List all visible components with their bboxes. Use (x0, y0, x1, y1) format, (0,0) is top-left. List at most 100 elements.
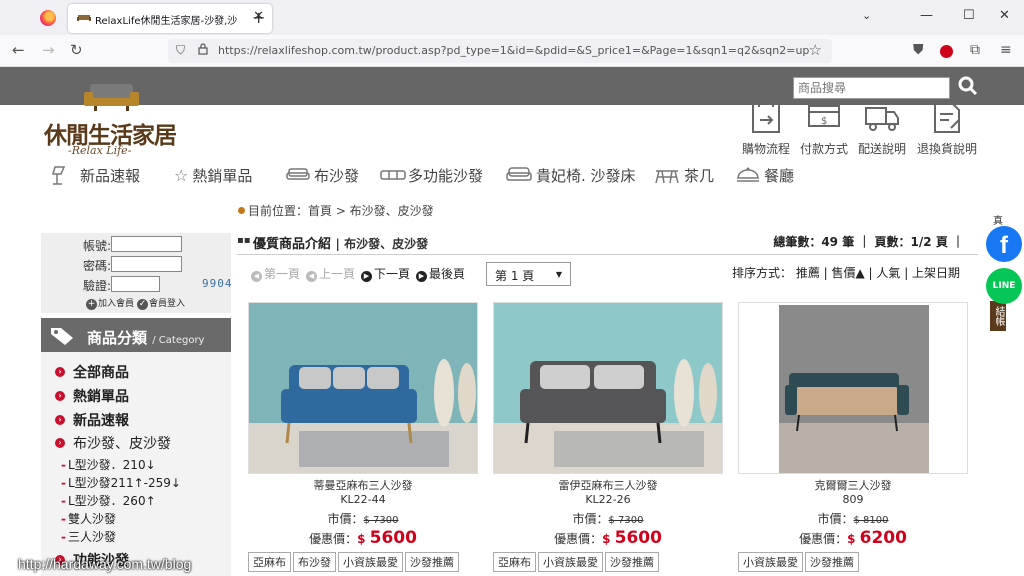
product-tag[interactable]: 沙發推薦 (405, 552, 459, 572)
product-image[interactable] (248, 302, 478, 474)
dash-icon: - (61, 476, 66, 490)
page-select[interactable]: 第 1 頁 ▼ (486, 262, 571, 286)
account-input[interactable] (111, 236, 182, 252)
category-label: 新品速報 (73, 413, 129, 429)
service-label: 退換貨說明 (917, 142, 978, 156)
chevron-right-icon: › (55, 367, 65, 377)
nav-function-sofa[interactable]: 多功能沙發 (380, 160, 483, 190)
category-item-all[interactable]: › 全部商品 (55, 362, 129, 382)
service-return[interactable]: 退換貨說明 (917, 100, 977, 157)
service-shopping-flow[interactable]: 購物流程 (742, 100, 790, 157)
sort-bar[interactable]: 排序方式： 推薦 | 售價▲ | 人氣 | 上架日期 (732, 264, 960, 281)
product-code: KL22-44 (340, 493, 386, 506)
pager-first[interactable]: ◀ 第一頁 (251, 265, 300, 282)
close-window-button[interactable]: ✕ (999, 8, 1010, 23)
service-delivery[interactable]: 配送說明 (858, 100, 906, 157)
product-tag[interactable]: 小資族最愛 (738, 552, 803, 572)
nav-label: 茶几 (684, 166, 715, 185)
product-tag[interactable]: 亞麻布 (248, 552, 291, 572)
product-tag[interactable]: 沙發推薦 (805, 552, 859, 572)
password-label: 密碼: (83, 259, 112, 273)
reload-icon[interactable]: ↻ (70, 41, 83, 59)
menu-icon[interactable]: ≡ (1000, 42, 1012, 58)
product-tag[interactable]: 小資族最愛 (338, 552, 403, 572)
nav-new-arrivals[interactable]: 新品速報 (50, 160, 140, 190)
nav-fabric-sofa[interactable]: 布沙發 (286, 160, 359, 190)
search-input[interactable] (793, 77, 950, 99)
join-member-link[interactable]: + 加入會員 (86, 296, 134, 310)
nav-dining[interactable]: 餐廳 (736, 160, 794, 190)
product-card[interactable]: 雷伊亞麻布三人沙發 KL22-26 市價：$ 7300 優惠價：$ 5600 亞… (493, 302, 723, 576)
maximize-button[interactable]: ☐ (963, 8, 975, 23)
search-icon[interactable] (958, 76, 978, 96)
table-icon (655, 170, 679, 184)
captcha-input[interactable] (111, 276, 160, 292)
product-image[interactable] (738, 302, 968, 474)
extensions-puzzle-icon[interactable]: ⧉ (970, 42, 980, 58)
nav-label: 多功能沙發 (408, 166, 484, 185)
breadcrumb-text[interactable]: 目前位置：首頁 > 布沙發、皮沙發 (248, 204, 434, 218)
nav-chaise-sofabed[interactable]: 貴妃椅. 沙發床 (506, 160, 636, 190)
subcategory-item[interactable]: - L型沙發．210↓ (61, 456, 156, 473)
product-sale-price: 優惠價：$ 5600 (493, 528, 723, 548)
product-image[interactable] (493, 302, 723, 474)
shopping-flow-icon (752, 101, 780, 133)
product-tags: 亞麻布 小資族最愛 沙發推薦 (493, 552, 661, 572)
tab-list-icon[interactable]: ⌄ (862, 9, 871, 22)
check-icon: ✓ (137, 299, 148, 310)
pager-last[interactable]: ▶ 最後頁 (416, 265, 465, 282)
product-tag[interactable]: 布沙發 (293, 552, 336, 572)
product-tag[interactable]: 小資族最愛 (538, 552, 603, 572)
product-tag[interactable]: 亞麻布 (493, 552, 536, 572)
pager-last-label: 最後頁 (429, 267, 466, 281)
checkout-side-tab[interactable]: 結帳 (990, 301, 1006, 331)
service-payment[interactable]: $ 付款方式 (800, 100, 848, 157)
extension-icon[interactable] (940, 45, 953, 58)
product-name[interactable]: 雷伊亞麻布三人沙發 (493, 477, 723, 493)
product-tag[interactable]: 沙發推薦 (605, 552, 659, 572)
sale-currency: $ (847, 532, 860, 546)
product-card[interactable]: 蒂曼亞麻布三人沙發 KL22-44 市價：$ 7300 優惠價：$ 5600 亞… (248, 302, 478, 576)
new-tab-button[interactable]: + (252, 8, 265, 27)
site-logo[interactable]: 休閒生活家居 -Relax Life- (44, 82, 177, 158)
category-item-new[interactable]: › 新品速報 (55, 410, 129, 430)
subcategory-item[interactable]: - L型沙發211↑-259↓ (61, 474, 181, 491)
firefox-icon[interactable] (40, 10, 56, 26)
tab-title: RelaxLife休閒生活家居-沙發,沙 (95, 16, 238, 27)
bookmark-star-icon[interactable]: ☆ (809, 41, 822, 59)
product-card[interactable]: 克爾爾三人沙發 809 市價：$ 8100 優惠價：$ 6200 小資族最愛 沙發… (738, 302, 968, 576)
subcategory-item[interactable]: - L型沙發．260↑ (61, 492, 156, 509)
subcategory-item[interactable]: - 雙人沙發 (61, 510, 116, 527)
password-input[interactable] (111, 256, 182, 272)
url-bar[interactable]: ⛉ https://relaxlifeshop.com.tw/product.a… (168, 39, 832, 63)
sofa-bed-icon (380, 170, 406, 180)
chevron-down-icon: ▼ (555, 270, 562, 279)
delivery-icon (865, 107, 899, 131)
category-item-sofa[interactable]: › 布沙發、皮沙發 (55, 433, 171, 453)
line-icon[interactable]: LINE (986, 268, 1022, 304)
chevron-right-icon: › (55, 415, 65, 425)
shield-icon[interactable]: ⛉ (176, 43, 185, 58)
pager-next[interactable]: ▶ 下一頁 (361, 265, 410, 282)
minimize-button[interactable]: — (920, 8, 933, 23)
url-text[interactable]: https://relaxlifeshop.com.tw/product.asp… (218, 44, 809, 57)
subcategory-label: L型沙發．210↓ (67, 458, 156, 472)
product-name[interactable]: 蒂曼亞麻布三人沙發 (248, 477, 478, 493)
nav-coffee-table[interactable]: 茶几 (654, 160, 714, 190)
facebook-icon[interactable]: f (986, 226, 1022, 262)
browser-tab[interactable]: RelaxLife休閒生活家居-沙發,沙 ✕ (68, 4, 272, 33)
lock-icon[interactable] (198, 43, 208, 55)
breadcrumb[interactable]: 目前位置：首頁 > 布沙發、皮沙發 (238, 202, 434, 219)
category-item-hot[interactable]: › 熱銷單品 (55, 386, 129, 406)
member-login-link[interactable]: ✓ 會員登入 (137, 296, 185, 310)
listing-subtitle: | 布沙發、皮沙發 (335, 237, 429, 251)
back-icon[interactable]: ← (12, 41, 25, 59)
pocket-icon[interactable]: ⛊ (913, 42, 924, 58)
breadcrumb-bullet-icon (238, 207, 245, 214)
product-name[interactable]: 克爾爾三人沙發 (738, 477, 968, 493)
nav-hot-items[interactable]: ☆ 熱銷單品 (174, 160, 252, 190)
subcategory-item[interactable]: - 三人沙發 (61, 528, 116, 545)
forward-icon[interactable]: → (42, 41, 55, 59)
prev-page-icon: ◀ (306, 271, 317, 282)
pager-prev[interactable]: ◀ 上一頁 (306, 265, 355, 282)
